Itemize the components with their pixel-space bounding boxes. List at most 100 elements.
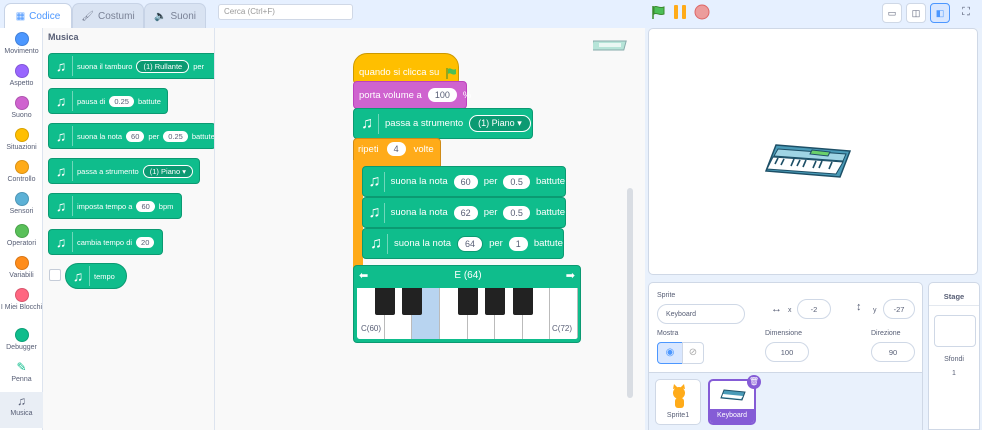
play-note-block[interactable]: ♫ suona la nota 62 per 0.5 battute xyxy=(362,197,566,228)
direction-input[interactable]: 90 xyxy=(871,342,915,362)
category-2[interactable]: Suono xyxy=(0,96,43,119)
x-input[interactable]: -2 xyxy=(797,299,831,319)
block-tempo-reporter[interactable]: ♫ tempo xyxy=(65,263,127,289)
music-note-icon: ♫ xyxy=(368,233,388,254)
set-volume-block[interactable]: porta volume a 100% xyxy=(353,81,471,109)
sprite-info-panel: Sprite Keyboard ↔ x -2 ↕ y -27 Mostra ◉ … xyxy=(648,282,923,430)
instrument-dropdown[interactable]: (1) Piano ▾ xyxy=(142,164,193,178)
piano-black-key[interactable] xyxy=(457,288,478,315)
x-arrows-icon: ↔ xyxy=(771,303,782,315)
pause-icon[interactable] xyxy=(672,4,688,20)
brush-icon: 🖌 xyxy=(81,10,94,22)
category-dot-icon xyxy=(14,160,29,174)
tempo-checkbox[interactable] xyxy=(49,269,61,281)
repeat-count-input[interactable]: 4 xyxy=(386,142,406,156)
music-note-icon: ♫ xyxy=(368,171,385,192)
note-input[interactable]: 60 xyxy=(126,130,145,142)
block-play-note[interactable]: ♫ suona la nota 60 per 0.25 battute xyxy=(48,123,214,149)
block-set-tempo[interactable]: ♫ imposta tempo a 60 bpm xyxy=(48,193,182,219)
block-rest[interactable]: ♫ pausa di 0.25 battute xyxy=(48,88,168,114)
block-play-drum[interactable]: ♫ suona il tamburo (1) Rullante per xyxy=(48,53,214,79)
piano-black-key[interactable] xyxy=(512,288,533,315)
stage-selector[interactable]: Stage Sfondi 1 xyxy=(928,282,980,430)
category-0[interactable]: Movimento xyxy=(0,32,43,55)
category-4[interactable]: Controllo xyxy=(0,160,43,183)
category-3[interactable]: Situazioni xyxy=(0,128,43,151)
category-11[interactable]: ♫ Musica xyxy=(0,392,43,428)
keyboard-sprite[interactable] xyxy=(764,141,852,181)
backdrops-label: Sfondi xyxy=(944,356,964,363)
note-input[interactable]: 64 xyxy=(457,235,484,252)
piano-black-key[interactable] xyxy=(402,288,423,315)
beats-input[interactable]: 0.5 xyxy=(503,205,530,220)
category-dot-icon xyxy=(14,224,29,238)
backdrop-thumbnail[interactable] xyxy=(934,315,976,347)
category-7[interactable]: Variabili xyxy=(0,256,43,279)
rest-input[interactable]: 0.25 xyxy=(109,95,134,107)
block-palette: Musica ♫ suona il tamburo (1) Rullante per … xyxy=(43,28,215,430)
beats-input[interactable]: 0.5 xyxy=(503,174,530,189)
block-set-instrument[interactable]: ♫ passa a strumento (1) Piano ▾ xyxy=(48,158,200,184)
piano-black-key[interactable] xyxy=(374,288,395,315)
note-input[interactable]: 60 xyxy=(453,174,478,189)
code-icon: ▦ xyxy=(15,10,26,22)
music-note-icon: ♫ xyxy=(368,202,385,223)
category-dot-icon xyxy=(14,192,29,206)
music-note-icon: ♫ xyxy=(53,126,73,146)
beats-input[interactable]: 1 xyxy=(508,236,528,251)
piano-next-icon[interactable]: ➡ xyxy=(566,269,575,282)
green-flag-icon xyxy=(446,67,457,79)
drum-dropdown[interactable]: (1) Rullante xyxy=(136,59,190,73)
category-5[interactable]: Sensori xyxy=(0,192,43,215)
show-visible-icon[interactable]: ◉ xyxy=(657,342,683,364)
cat-sprite-icon xyxy=(673,384,685,408)
sprite-tile-sprite1[interactable]: Sprite1 xyxy=(655,379,701,425)
music-note-icon: ♫ xyxy=(359,113,379,134)
category-6[interactable]: Operatori xyxy=(0,224,43,247)
repeat-label: ripeti 4 volte xyxy=(358,142,434,156)
y-input[interactable]: -27 xyxy=(883,299,915,319)
note-input[interactable]: 62 xyxy=(453,205,478,220)
play-note-block[interactable]: ♫ suona la nota 64 per 1 battute xyxy=(362,228,564,259)
category-extension-icon xyxy=(14,328,29,342)
stage[interactable] xyxy=(648,28,978,275)
category-dot-icon xyxy=(14,64,29,78)
beats-input[interactable]: 0.25 xyxy=(163,130,188,142)
large-stage-icon[interactable]: ◧ xyxy=(930,3,950,23)
category-8[interactable]: I Miei Blocchi xyxy=(0,288,43,311)
tab-costumes[interactable]: 🖌 Costumi xyxy=(72,3,144,28)
tempo-input[interactable]: 60 xyxy=(136,200,155,212)
piano-low-label: C(60) xyxy=(361,324,382,333)
green-flag-icon[interactable] xyxy=(650,4,666,20)
fullscreen-icon[interactable]: ⛶ xyxy=(956,3,976,23)
piano-black-key[interactable] xyxy=(485,288,506,315)
show-hidden-icon[interactable]: ⊘ xyxy=(682,342,704,364)
category-9[interactable]: Debugger xyxy=(0,328,43,351)
sprite-name-input[interactable]: Keyboard xyxy=(657,304,745,324)
delete-icon[interactable]: 🗑 xyxy=(747,375,761,389)
tab-sounds[interactable]: 🔈 Suoni xyxy=(144,3,206,28)
change-tempo-input[interactable]: 20 xyxy=(136,236,155,248)
search-input[interactable]: Cerca (Ctrl+F) xyxy=(218,4,353,20)
category-dot-icon xyxy=(14,256,29,270)
instrument-dropdown[interactable]: (1) Piano ▾ xyxy=(469,115,531,132)
block-change-tempo[interactable]: ♫ cambia tempo di 20 xyxy=(48,229,163,255)
category-1[interactable]: Aspetto xyxy=(0,64,43,87)
when-flag-clicked-block[interactable]: quando si clicca su xyxy=(353,53,459,84)
small-stage-icon[interactable]: ◫ xyxy=(906,3,926,23)
play-note-block[interactable]: ♫ suona la nota 60 per 0.5 battute xyxy=(362,166,566,197)
tab-code[interactable]: ▦ Codice xyxy=(4,3,72,28)
category-dot-icon xyxy=(14,288,29,302)
size-input[interactable]: 100 xyxy=(765,342,809,362)
category-10[interactable]: ✎ Penna xyxy=(0,360,43,383)
piano-keyboard[interactable] xyxy=(357,288,578,339)
show-label: Mostra xyxy=(657,330,679,337)
volume-input[interactable]: 100 xyxy=(427,88,457,102)
console-icon[interactable]: ▭ xyxy=(882,3,902,23)
category-dot-icon xyxy=(14,32,29,46)
workspace-scrollbar[interactable] xyxy=(627,188,633,398)
stop-icon[interactable] xyxy=(694,4,710,20)
backdrops-count: 1 xyxy=(952,370,956,377)
sprite-thumbnail-icon xyxy=(593,40,627,51)
set-instrument-block[interactable]: ♫ passa a strumento (1) Piano ▾ xyxy=(353,108,533,139)
